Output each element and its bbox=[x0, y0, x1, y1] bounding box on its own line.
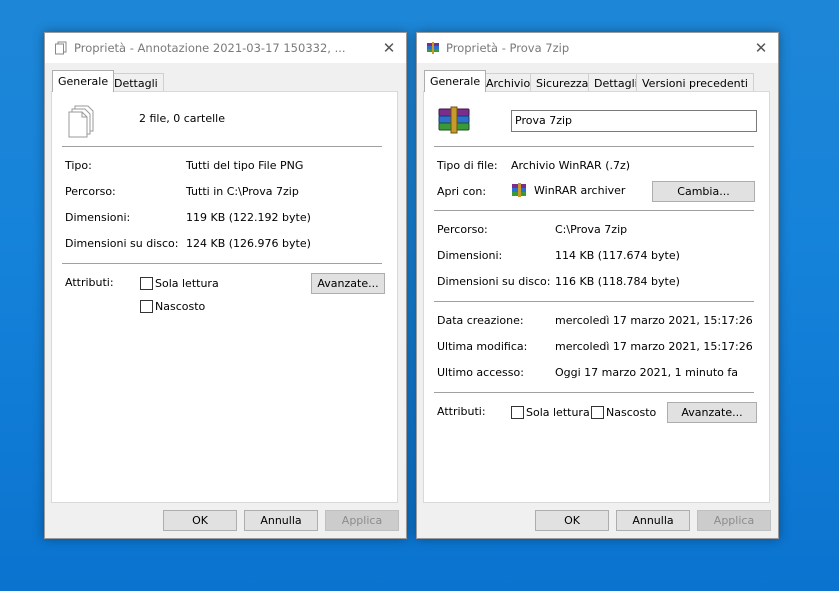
window-title: Proprietà - Annotazione 2021-03-17 15033… bbox=[74, 41, 346, 55]
selection-summary: 2 file, 0 cartelle bbox=[139, 112, 226, 125]
attributes-label: Attributi: bbox=[65, 276, 114, 289]
modified-label: Ultima modifica: bbox=[437, 340, 528, 353]
accessed-label: Ultimo accesso: bbox=[437, 366, 524, 379]
hidden-label: Nascosto bbox=[155, 300, 206, 313]
type-value: Tutti del tipo File PNG bbox=[186, 159, 304, 172]
modified-value: mercoledì 17 marzo 2021, 15:17:26 bbox=[555, 340, 753, 353]
open-with-value: WinRAR archiver bbox=[534, 184, 626, 197]
readonly-checkbox[interactable] bbox=[140, 277, 153, 290]
tab-generale[interactable]: Generale bbox=[424, 70, 487, 92]
winrar-icon bbox=[426, 41, 440, 55]
size-on-disk-value: 116 KB (118.784 byte) bbox=[555, 275, 680, 288]
close-button[interactable]: ✕ bbox=[752, 39, 770, 57]
winrar-app-icon bbox=[511, 182, 527, 201]
hidden-checkbox[interactable] bbox=[591, 406, 604, 419]
hidden-checkbox[interactable] bbox=[140, 300, 153, 313]
file-type-label: Tipo di file: bbox=[437, 159, 498, 172]
tab-generale[interactable]: Generale bbox=[52, 70, 115, 92]
separator bbox=[434, 210, 754, 211]
hidden-label: Nascosto bbox=[606, 406, 657, 419]
open-with-label: Apri con: bbox=[437, 185, 487, 198]
advanced-button[interactable]: Avanzate... bbox=[311, 273, 385, 294]
path-value: C:\Prova 7zip bbox=[555, 223, 628, 236]
size-value: 119 KB (122.192 byte) bbox=[186, 211, 311, 224]
window-title: Proprietà - Prova 7zip bbox=[446, 41, 570, 55]
type-label: Tipo: bbox=[65, 159, 92, 172]
created-label: Data creazione: bbox=[437, 314, 524, 327]
size-label: Dimensioni: bbox=[65, 211, 131, 224]
properties-dialog-7z: Proprietà - Prova 7zip ✕ Generale Archiv… bbox=[416, 32, 779, 539]
apply-button[interactable]: Applica bbox=[697, 510, 771, 531]
size-on-disk-label: Dimensioni su disco: bbox=[437, 275, 551, 288]
general-panel: 2 file, 0 cartelle Tipo: Tutti del tipo … bbox=[51, 91, 398, 503]
separator bbox=[434, 301, 754, 302]
path-label: Percorso: bbox=[65, 185, 116, 198]
apply-button[interactable]: Applica bbox=[325, 510, 399, 531]
properties-icon bbox=[54, 41, 68, 55]
separator bbox=[434, 392, 754, 393]
tab-dettagli[interactable]: Dettagli bbox=[108, 73, 164, 92]
size-value: 114 KB (117.674 byte) bbox=[555, 249, 680, 262]
size-on-disk-value: 124 KB (126.976 byte) bbox=[186, 237, 311, 250]
change-button[interactable]: Cambia... bbox=[652, 181, 755, 202]
tab-versioni-precedenti[interactable]: Versioni precedenti bbox=[636, 73, 754, 92]
properties-dialog-png: Proprietà - Annotazione 2021-03-17 15033… bbox=[44, 32, 407, 539]
tab-archivio[interactable]: Archivio bbox=[480, 73, 537, 92]
files-icon bbox=[66, 105, 98, 142]
path-label: Percorso: bbox=[437, 223, 488, 236]
ok-button[interactable]: OK bbox=[163, 510, 237, 531]
separator bbox=[434, 146, 754, 147]
size-on-disk-label: Dimensioni su disco: bbox=[65, 237, 179, 250]
cancel-button[interactable]: Annulla bbox=[244, 510, 318, 531]
accessed-value: Oggi 17 marzo 2021, 1 minuto fa bbox=[555, 366, 738, 379]
ok-button[interactable]: OK bbox=[535, 510, 609, 531]
path-value: Tutti in C:\Prova 7zip bbox=[186, 185, 299, 198]
file-name-input[interactable]: Prova 7zip bbox=[511, 110, 757, 132]
tab-sicurezza[interactable]: Sicurezza bbox=[530, 73, 595, 92]
close-button[interactable]: ✕ bbox=[380, 39, 398, 57]
title-bar[interactable]: Proprietà - Prova 7zip ✕ bbox=[417, 33, 778, 63]
readonly-checkbox[interactable] bbox=[511, 406, 524, 419]
size-label: Dimensioni: bbox=[437, 249, 503, 262]
created-value: mercoledì 17 marzo 2021, 15:17:26 bbox=[555, 314, 753, 327]
attributes-label: Attributi: bbox=[437, 405, 486, 418]
title-bar[interactable]: Proprietà - Annotazione 2021-03-17 15033… bbox=[45, 33, 406, 63]
separator bbox=[62, 263, 382, 264]
advanced-button[interactable]: Avanzate... bbox=[667, 402, 757, 423]
separator bbox=[62, 146, 382, 147]
general-panel: Prova 7zip Tipo di file: Archivio WinRAR… bbox=[423, 91, 770, 503]
readonly-label: Sola lettura bbox=[155, 277, 219, 290]
winrar-archive-icon bbox=[437, 105, 471, 138]
readonly-label: Sola lettura bbox=[526, 406, 590, 419]
cancel-button[interactable]: Annulla bbox=[616, 510, 690, 531]
file-type-value: Archivio WinRAR (.7z) bbox=[511, 159, 631, 172]
